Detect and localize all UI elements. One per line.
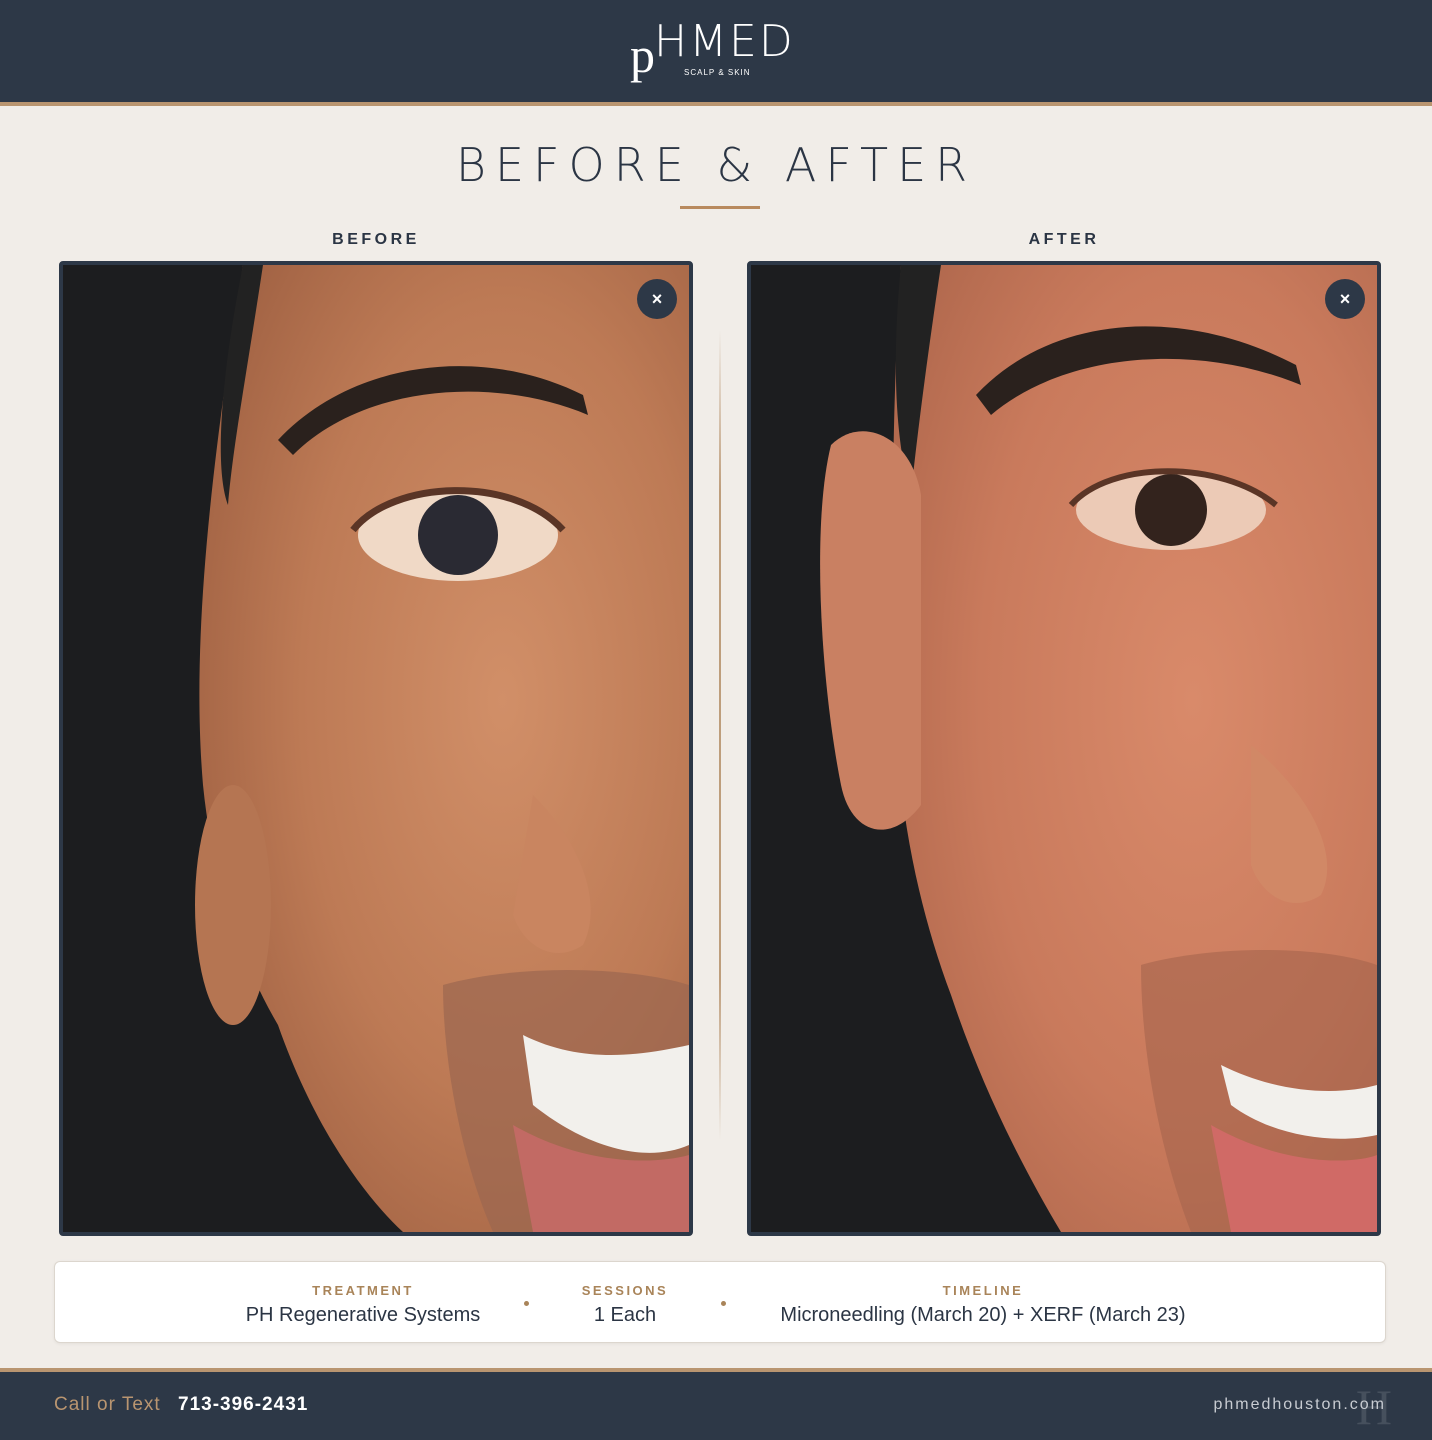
after-photo[interactable]: × xyxy=(747,261,1381,1236)
sessions-info: SESSIONS 1 Each xyxy=(555,1262,695,1327)
close-icon: × xyxy=(651,288,663,309)
site-footer: Call or Text 713-396-2431 H phmedhouston… xyxy=(0,1372,1432,1440)
center-divider xyxy=(719,330,721,1140)
phone-number-link[interactable]: 713-396-2431 xyxy=(178,1394,308,1416)
separator-dot xyxy=(524,1301,529,1306)
site-header: p HMED SCALP & SKIN xyxy=(0,0,1432,102)
website-link[interactable]: phmedhouston.com xyxy=(1213,1396,1386,1414)
timeline-label: TIMELINE xyxy=(942,1283,1024,1298)
phmed-logo[interactable]: p HMED SCALP & SKIN xyxy=(626,16,806,86)
call-or-text-label: Call or Text xyxy=(54,1394,161,1415)
title-underline xyxy=(680,206,760,209)
treatment-label: TREATMENT xyxy=(312,1283,414,1298)
timeline-info: TIMELINE Microneedling (March 20) + XERF… xyxy=(755,1262,1211,1327)
logo-p: p xyxy=(630,27,655,83)
timeline-value: Microneedling (March 20) + XERF (March 2… xyxy=(780,1304,1186,1326)
treatment-info: TREATMENT PH Regenerative Systems xyxy=(215,1262,511,1327)
header-accent-rule xyxy=(0,102,1432,106)
before-face-image xyxy=(63,265,689,1232)
before-close-button[interactable]: × xyxy=(637,279,677,319)
close-icon: × xyxy=(1339,288,1351,309)
separator-dot xyxy=(721,1301,726,1306)
logo-tagline: SCALP & SKIN xyxy=(684,68,751,77)
before-photo[interactable]: × xyxy=(59,261,693,1236)
logo-wordmark: HMED xyxy=(654,16,795,67)
before-label: BEFORE xyxy=(332,231,420,248)
after-face-image xyxy=(751,265,1377,1232)
sessions-label: SESSIONS xyxy=(581,1283,669,1298)
treatment-value: PH Regenerative Systems xyxy=(245,1304,481,1326)
after-close-button[interactable]: × xyxy=(1325,279,1365,319)
page-title: BEFORE & AFTER xyxy=(455,138,977,192)
treatment-info-card: TREATMENT PH Regenerative Systems SESSIO… xyxy=(54,1261,1386,1343)
sessions-value: 1 Each xyxy=(593,1304,657,1326)
after-label: AFTER xyxy=(1028,231,1100,248)
